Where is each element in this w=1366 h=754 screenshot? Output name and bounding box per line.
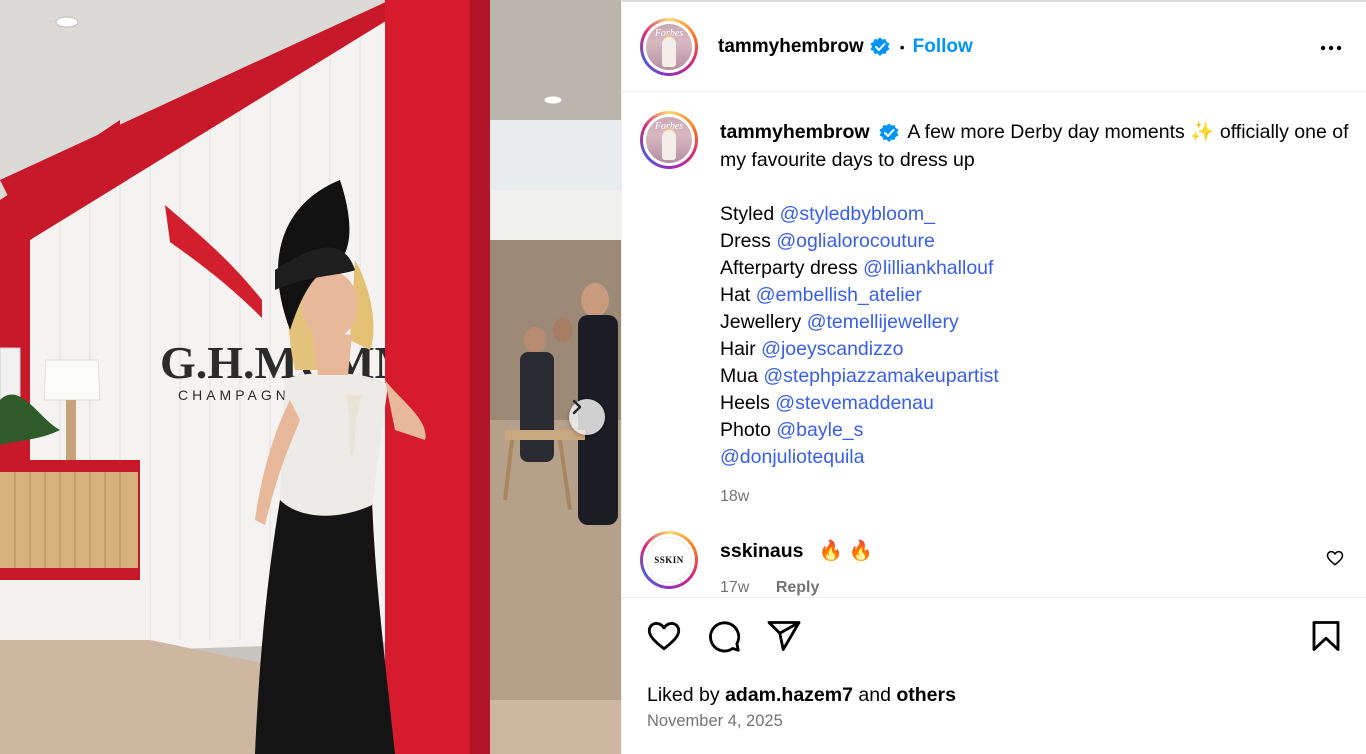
author-avatar[interactable]: Forbes xyxy=(640,17,698,76)
credit-line: Photo @bayle_s xyxy=(720,417,1350,444)
credit-line: Jewellery @temellijewellery xyxy=(720,309,1350,336)
comment-like-heart-icon[interactable] xyxy=(1326,549,1344,567)
credit-mention-link[interactable]: @temellijewellery xyxy=(807,311,959,333)
liked-by-middle: and xyxy=(852,684,897,706)
commenter-avatar[interactable]: SSKIN xyxy=(640,531,698,589)
comment-text: 🔥 🔥 xyxy=(818,540,873,562)
credit-label: Styled xyxy=(720,203,780,225)
post-caption: Forbes tammyhembrow A few more Derby xyxy=(640,111,1350,511)
credit-mention-link[interactable]: @donjuliotequila xyxy=(720,446,864,468)
credit-line: Dress @oglialorocouture xyxy=(720,228,1350,255)
author-username[interactable]: tammyhembrow xyxy=(718,36,864,58)
verified-badge-icon xyxy=(879,123,899,142)
caption-time[interactable]: 18w xyxy=(720,483,1350,511)
credit-mention-link[interactable]: @stephpiazzamakeupartist xyxy=(763,365,999,387)
liked-by-prefix: Liked by xyxy=(647,684,726,706)
caption-credits: Styled @styledbybloom_ Dress @oglialoroco… xyxy=(720,201,1350,471)
avatar-image: Forbes xyxy=(646,23,692,70)
post-photo: G.H.MUMM CHAMPAGNE xyxy=(0,0,621,754)
credit-mention-link[interactable]: @styledbybloom_ xyxy=(780,203,935,225)
liked-by-line: Liked by adam.hazem7 and others xyxy=(647,684,956,707)
liked-by-others[interactable]: others xyxy=(896,684,956,706)
credit-label: Jewellery xyxy=(720,311,807,333)
credit-line: Afterparty dress @lilliankhallouf xyxy=(720,255,1350,282)
credit-line: Mua @stephpiazzamakeupartist xyxy=(720,363,1350,390)
caption-body: tammyhembrow A few more Derby day moment… xyxy=(720,118,1350,511)
caption-username[interactable]: tammyhembrow xyxy=(720,121,870,143)
comments-scroll-area[interactable]: Forbes tammyhembrow A few more Derby xyxy=(622,93,1366,597)
credit-label: Mua xyxy=(720,365,764,387)
photo-illustration: G.H.MUMM CHAMPAGNE xyxy=(0,0,621,754)
post-header: Forbes tammyhembrow • Follow xyxy=(622,2,1366,92)
credit-mention-link[interactable]: @joeyscandizzo xyxy=(761,338,903,360)
follow-button[interactable]: Follow xyxy=(913,36,973,58)
credit-mention-link[interactable]: @bayle_s xyxy=(776,419,863,441)
more-options-icon[interactable] xyxy=(1319,36,1343,60)
credit-label: Hair xyxy=(720,338,762,360)
credit-label: Photo xyxy=(720,419,777,441)
comment-bubble-icon[interactable] xyxy=(706,618,742,654)
credit-line: Styled @styledbybloom_ xyxy=(720,201,1350,228)
commenter-username[interactable]: sskinaus xyxy=(720,540,803,562)
credit-label: Afterparty dress xyxy=(720,257,864,279)
caption-avatar-image: Forbes xyxy=(646,117,692,163)
credit-line: Hair @joeyscandizzo xyxy=(720,336,1350,363)
commenter-avatar-logo: SSKIN xyxy=(646,537,692,583)
next-photo-button[interactable] xyxy=(569,399,605,435)
credit-mention-link[interactable]: @lilliankhallouf xyxy=(863,257,993,279)
credit-label: Heels xyxy=(720,392,776,414)
post-actions-bar xyxy=(622,597,1366,677)
credit-line: Heels @stevemaddenau xyxy=(720,390,1350,417)
reply-button[interactable]: Reply xyxy=(776,579,820,596)
credit-mention-link[interactable]: @oglialorocouture xyxy=(776,230,935,252)
post-date[interactable]: November 4, 2025 xyxy=(647,712,783,731)
credit-mention-link[interactable]: @stevemaddenau xyxy=(775,392,934,414)
credit-label: Dress xyxy=(720,230,777,252)
credit-line: Hat @embellish_atelier xyxy=(720,282,1350,309)
post-side-panel: Forbes tammyhembrow • Follow xyxy=(621,0,1366,754)
verified-badge-icon xyxy=(870,37,890,56)
credit-label: Hat xyxy=(720,284,756,306)
instagram-post-modal: G.H.MUMM CHAMPAGNE tammyhembrow • Follow… xyxy=(0,0,1366,754)
chevron-right-icon xyxy=(572,399,582,415)
credit-line: @donjuliotequila xyxy=(720,444,1350,471)
comment-body: sskinaus 🔥 🔥 17w Reply xyxy=(720,539,1350,597)
paper-plane-icon[interactable] xyxy=(766,618,802,654)
bookmark-icon[interactable] xyxy=(1308,618,1344,654)
credit-mention-link[interactable]: @embellish_atelier xyxy=(756,284,922,306)
comment-time[interactable]: 17w xyxy=(720,579,749,596)
heart-icon[interactable] xyxy=(646,618,682,654)
liked-by-user[interactable]: adam.hazem7 xyxy=(725,684,853,706)
caption-avatar[interactable]: Forbes xyxy=(640,111,698,169)
header-separator: • xyxy=(899,38,905,55)
comment-item: SSKIN sskinaus 🔥 🔥 17w Reply xyxy=(640,531,1350,597)
